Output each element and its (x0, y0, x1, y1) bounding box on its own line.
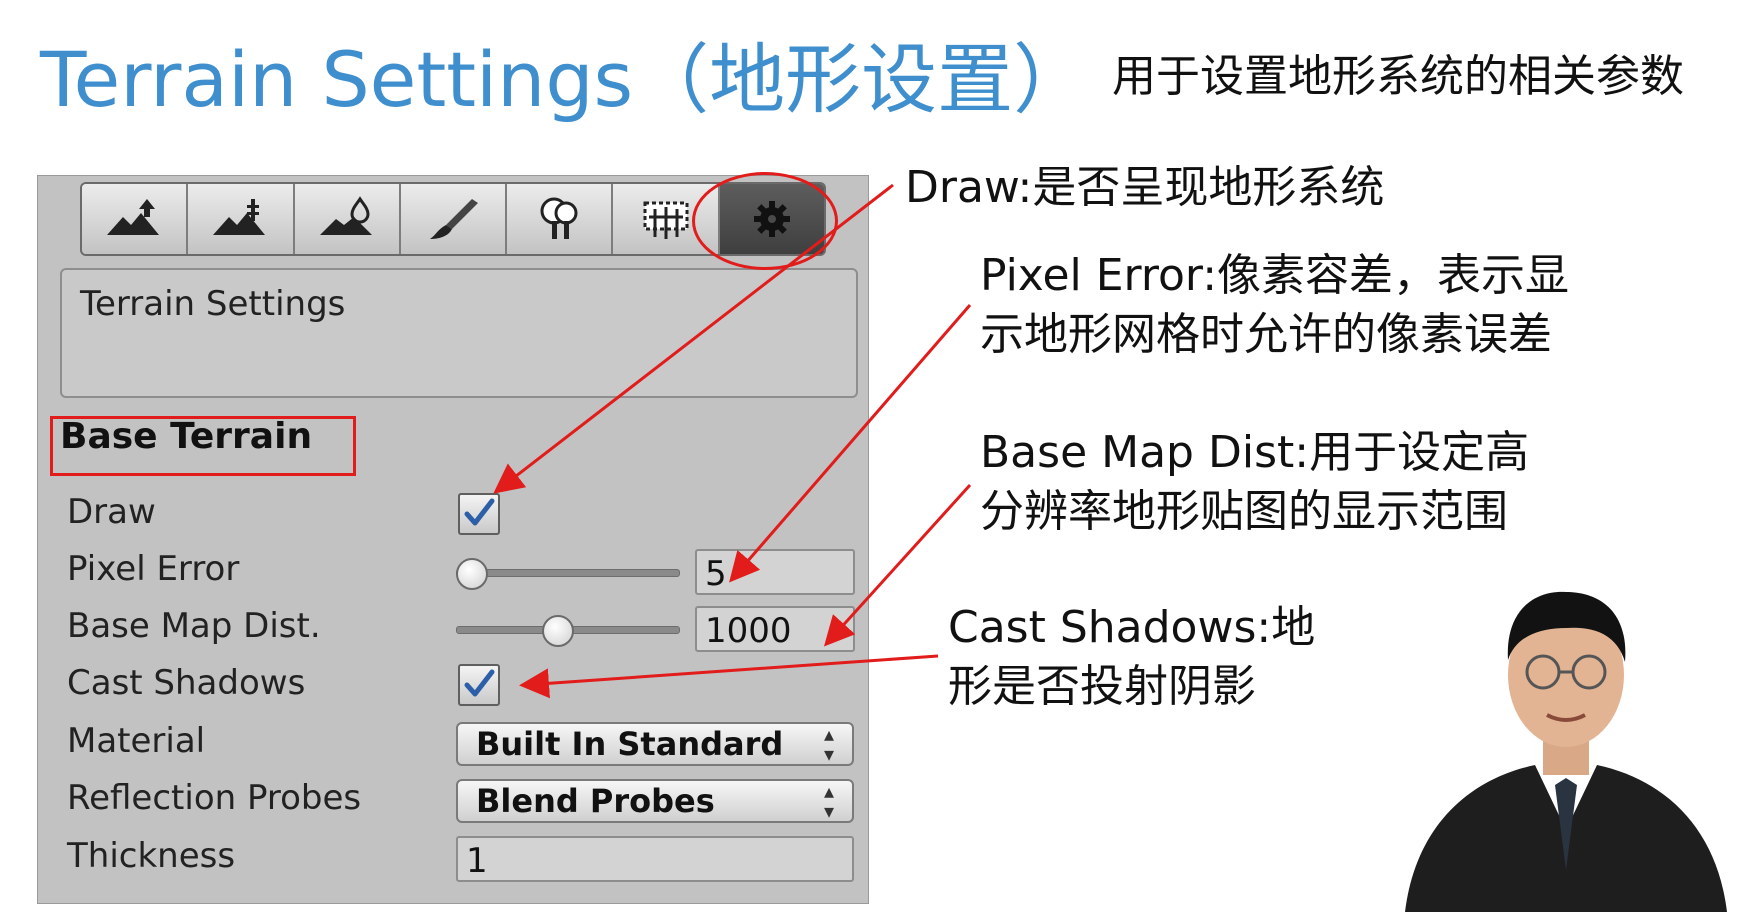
draw-arrow (493, 183, 894, 494)
presenter-figure (1405, 591, 1727, 912)
cast-shadows-arrow (519, 654, 939, 699)
pixel-error-arrow (729, 304, 972, 583)
base-map-arrow (823, 483, 972, 647)
